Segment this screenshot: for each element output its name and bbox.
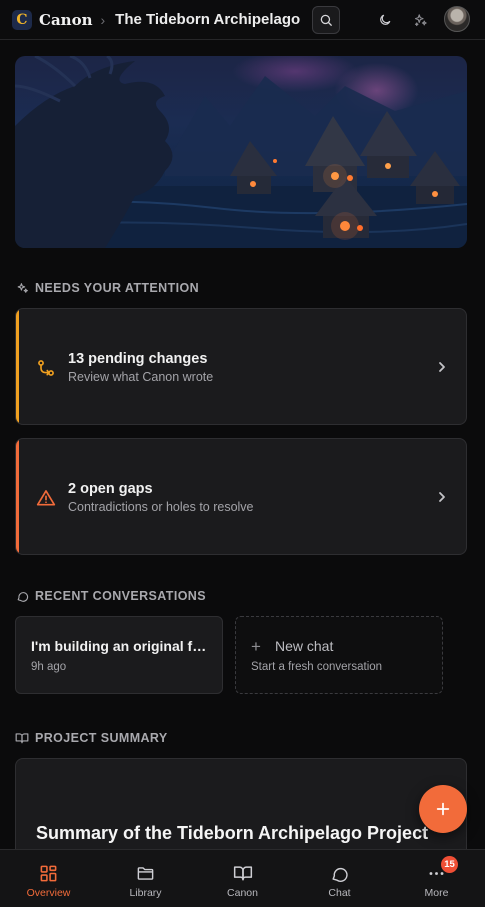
warning-triangle-icon <box>36 490 56 506</box>
nav-item-canon[interactable]: Canon <box>194 850 291 907</box>
card-accent-bar <box>16 439 19 554</box>
attention-section-heading: NEEDS YOUR ATTENTION <box>15 281 199 295</box>
ai-assist-button[interactable] <box>410 10 430 30</box>
create-button[interactable] <box>419 785 467 833</box>
nav-item-more[interactable]: More 15 <box>388 850 485 907</box>
grid-icon <box>39 863 59 883</box>
plus-icon: + <box>251 637 261 656</box>
sparkles-icon <box>414 13 427 26</box>
project-cover-image <box>15 56 467 248</box>
card-title: 2 open gaps <box>68 481 153 497</box>
sparkles-icon <box>15 281 29 295</box>
open-gaps-card[interactable]: 2 open gaps Contradictions or holes to r… <box>15 438 467 555</box>
new-chat-button[interactable]: + New chat Start a fresh conversation <box>235 616 443 694</box>
search-icon <box>320 14 332 26</box>
summary-title: Summary of the Tideborn Archipelago Proj… <box>36 823 429 843</box>
search-button[interactable] <box>312 6 340 34</box>
card-accent-bar <box>16 309 19 424</box>
canon-logo-icon[interactable]: C <box>12 9 32 30</box>
card-subtitle: Contradictions or holes to resolve <box>68 500 254 514</box>
card-title: 13 pending changes <box>68 351 208 367</box>
conversation-title: I'm building an original fantasy world a… <box>31 638 211 654</box>
summary-section-heading: PROJECT SUMMARY <box>15 731 168 745</box>
conversation-card[interactable]: I'm building an original fantasy world a… <box>15 616 223 694</box>
theme-toggle-button[interactable] <box>375 10 395 30</box>
top-bar: C Canon › The Tideborn Archipelago <box>0 0 485 40</box>
conversations-section-heading: RECENT CONVERSATIONS <box>15 589 206 603</box>
nav-label: Chat <box>328 887 351 899</box>
section-title-text: PROJECT SUMMARY <box>35 731 168 745</box>
notification-badge: 15 <box>441 856 458 873</box>
nav-label: Library <box>129 887 162 899</box>
breadcrumb-separator: › <box>100 11 106 28</box>
git-pull-request-icon <box>38 360 54 376</box>
book-open-icon <box>233 863 253 883</box>
chat-bubble-icon <box>15 589 29 603</box>
conversation-time: 9h ago <box>31 661 67 673</box>
book-open-icon <box>15 731 29 745</box>
nav-item-library[interactable]: Library <box>97 850 194 907</box>
pending-changes-card[interactable]: 13 pending changes Review what Canon wro… <box>15 308 467 425</box>
chevron-right-icon <box>439 362 445 372</box>
section-title-text: NEEDS YOUR ATTENTION <box>35 281 200 295</box>
section-title-text: RECENT CONVERSATIONS <box>35 589 206 603</box>
card-subtitle: Review what Canon wrote <box>68 370 214 384</box>
project-title[interactable]: The Tideborn Archipelago <box>115 11 300 28</box>
user-avatar[interactable] <box>444 6 470 32</box>
nav-label: Overview <box>26 887 71 899</box>
app-root: C Canon › The Tideborn Archipelago NEEDS… <box>0 0 485 907</box>
nav-item-chat[interactable]: Chat <box>291 850 388 907</box>
cover-illustration <box>15 56 467 248</box>
plus-icon <box>436 802 450 816</box>
moon-icon <box>380 14 391 25</box>
app-name[interactable]: Canon <box>39 11 92 29</box>
chevron-right-icon <box>439 492 445 502</box>
new-chat-subtitle: Start a fresh conversation <box>251 661 383 673</box>
bottom-navigation: Overview Library Canon Chat More 15 <box>0 849 485 907</box>
nav-label: Canon <box>227 887 258 899</box>
new-chat-label: New chat <box>275 638 334 654</box>
chat-bubble-icon <box>330 863 350 883</box>
nav-item-overview[interactable]: Overview <box>0 850 97 907</box>
folder-icon <box>136 863 156 883</box>
nav-label: More <box>424 887 449 899</box>
